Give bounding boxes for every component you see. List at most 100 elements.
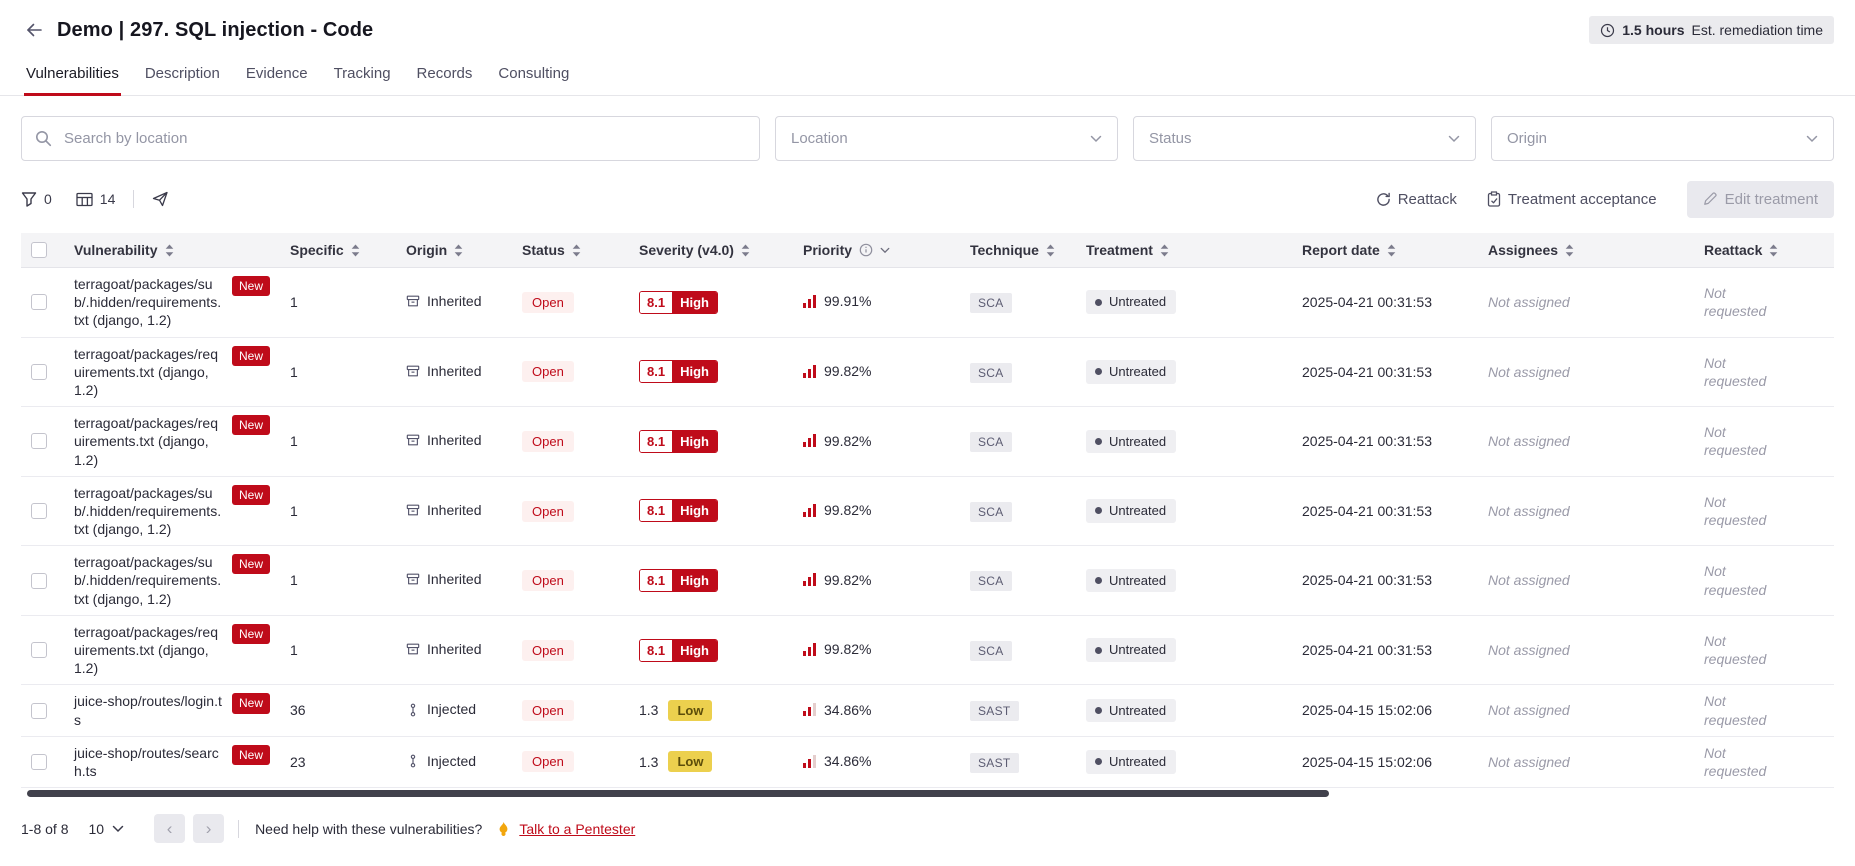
status-cell: Open — [512, 476, 629, 547]
status-cell: Open — [512, 267, 629, 338]
technique-badge: SAST — [970, 752, 1019, 773]
column-header-technique[interactable]: Technique — [960, 233, 1076, 268]
priority-bars-icon — [803, 703, 817, 717]
columns-button[interactable]: 14 — [76, 191, 115, 207]
table-body: terragoat/packages/sub/.hidden/requireme… — [21, 267, 1834, 789]
page-size-select[interactable]: 10 — [86, 817, 126, 841]
vulnerability-location[interactable]: terragoat/packages/sub/.hidden/requireme… — [74, 275, 224, 330]
new-badge: New — [231, 345, 270, 366]
row-select-cell — [21, 736, 64, 789]
scrollbar-thumb[interactable] — [27, 790, 1329, 798]
treatment-dot-icon — [1095, 298, 1102, 306]
origin-cell: Inherited — [396, 476, 512, 547]
column-header-status[interactable]: Status — [512, 233, 629, 268]
treatment-acceptance-button[interactable]: Treatment acceptance — [1487, 191, 1657, 208]
search-input[interactable] — [21, 116, 760, 161]
back-button[interactable] — [24, 20, 45, 40]
paper-plane-icon — [152, 191, 169, 207]
column-header-origin[interactable]: Origin — [396, 233, 512, 268]
previous-page-button[interactable]: ‹ — [154, 814, 186, 844]
row-checkbox[interactable] — [31, 363, 47, 380]
table-row[interactable]: terragoat/packages/sub/.hidden/requireme… — [21, 267, 1834, 338]
sort-icon — [1387, 244, 1396, 257]
help-text: Need help with these vulnerabilities? — [255, 820, 483, 837]
filter-select-origin[interactable]: Origin — [1491, 116, 1834, 161]
toolbar-divider — [133, 190, 135, 208]
column-header-priority[interactable]: Priority — [793, 233, 960, 268]
tab-description[interactable]: Description — [143, 54, 222, 95]
vulnerability-location[interactable]: terragoat/packages/sub/.hidden/requireme… — [74, 553, 224, 608]
specific-cell: 1 — [280, 406, 396, 477]
column-header-reattack[interactable]: Reattack — [1694, 233, 1834, 268]
table-row[interactable]: juice-shop/routes/login.ts New 36 Injected O… — [21, 684, 1834, 737]
tab-consulting[interactable]: Consulting — [496, 54, 571, 95]
reattack-cell: Not requested — [1694, 615, 1834, 686]
tab-bar: Vulnerabilities Description Evidence Tra… — [0, 54, 1855, 96]
inherited-origin-icon — [406, 503, 420, 517]
column-header-treatment[interactable]: Treatment — [1076, 233, 1292, 268]
vulnerability-location[interactable]: terragoat/packages/requirements.txt (dja… — [74, 414, 224, 469]
treatment-acceptance-label: Treatment acceptance — [1507, 190, 1657, 208]
table-row[interactable]: terragoat/packages/requirements.txt (dja… — [21, 406, 1834, 477]
column-header-severity[interactable]: Severity (v4.0) — [629, 233, 793, 268]
assignees-cell: Not assigned — [1478, 337, 1694, 408]
column-header-assignees[interactable]: Assignees — [1478, 233, 1694, 268]
table-row[interactable]: terragoat/packages/sub/.hidden/requireme… — [21, 545, 1834, 616]
filter-select-status[interactable]: Status — [1133, 116, 1476, 161]
new-badge: New — [231, 276, 270, 297]
priority-bars-icon — [803, 364, 817, 378]
row-checkbox[interactable] — [31, 502, 47, 519]
column-header-vulnerability[interactable]: Vulnerability — [64, 233, 280, 268]
column-header-report_date[interactable]: Report date — [1292, 233, 1478, 268]
filter-select-location[interactable]: Location — [775, 116, 1118, 161]
status-badge: Open — [522, 291, 574, 313]
row-checkbox[interactable] — [31, 753, 47, 770]
pagination-range: 1-8 of 8 — [21, 820, 69, 837]
talk-to-pentester-link[interactable]: Talk to a Pentester — [519, 821, 635, 837]
row-checkbox[interactable] — [31, 642, 47, 659]
priority-cell: 99.91% — [793, 267, 960, 338]
export-button[interactable] — [152, 191, 169, 207]
table-toolbar: 0 14 Reattack Treatment acceptance Edit … — [0, 177, 1855, 221]
reattack-cell: Not requested — [1694, 736, 1834, 789]
reattack-button[interactable]: Reattack — [1376, 191, 1457, 208]
row-select-cell — [21, 476, 64, 547]
filters-button[interactable]: 0 — [21, 191, 52, 207]
tab-evidence[interactable]: Evidence — [244, 54, 310, 95]
vulnerability-cell: terragoat/packages/requirements.txt (dja… — [64, 615, 280, 686]
vulnerability-cell: terragoat/packages/requirements.txt (dja… — [64, 406, 280, 477]
vulnerability-location[interactable]: terragoat/packages/requirements.txt (dja… — [74, 345, 224, 400]
treatment-dot-icon — [1095, 646, 1102, 654]
treatment-dot-icon — [1095, 507, 1102, 515]
table-row[interactable]: juice-shop/routes/search.ts New 23 Injected… — [21, 736, 1834, 789]
vulnerability-location[interactable]: terragoat/packages/requirements.txt (dja… — [74, 623, 224, 678]
row-checkbox[interactable] — [31, 572, 47, 589]
severity-cell: 8.1 High — [629, 337, 793, 408]
tab-vulnerabilities[interactable]: Vulnerabilities — [24, 54, 121, 96]
sort-icon — [1046, 244, 1055, 257]
technique-badge: SCA — [970, 640, 1012, 661]
table-row[interactable]: terragoat/packages/requirements.txt (dja… — [21, 337, 1834, 408]
priority-cell: 34.86% — [793, 736, 960, 789]
pagination-bar: 1-8 of 8 10 ‹ › Need help with these vul… — [0, 814, 1855, 844]
row-checkbox[interactable] — [31, 702, 47, 719]
chevron-down-icon — [1448, 135, 1460, 143]
row-checkbox[interactable] — [31, 294, 47, 311]
technique-cell: SCA — [960, 476, 1076, 547]
tab-tracking[interactable]: Tracking — [332, 54, 393, 95]
treatment-dot-icon — [1095, 437, 1102, 445]
row-checkbox[interactable] — [31, 433, 47, 450]
edit-treatment-button[interactable]: Edit treatment — [1686, 180, 1834, 218]
vulnerability-location[interactable]: terragoat/packages/sub/.hidden/requireme… — [74, 484, 224, 539]
select-all-checkbox[interactable] — [31, 242, 47, 258]
table-row[interactable]: terragoat/packages/requirements.txt (dja… — [21, 615, 1834, 686]
column-header-specific[interactable]: Specific — [280, 233, 396, 268]
chevron-down-icon — [112, 825, 124, 833]
vulnerability-location[interactable]: juice-shop/routes/search.ts — [74, 744, 224, 780]
vulnerability-location[interactable]: juice-shop/routes/login.ts — [74, 692, 224, 728]
tab-records[interactable]: Records — [415, 54, 475, 95]
report-date-cell: 2025-04-21 00:31:53 — [1292, 615, 1478, 686]
sort-icon — [1565, 244, 1574, 257]
table-row[interactable]: terragoat/packages/sub/.hidden/requireme… — [21, 476, 1834, 547]
next-page-button[interactable]: › — [193, 814, 225, 844]
